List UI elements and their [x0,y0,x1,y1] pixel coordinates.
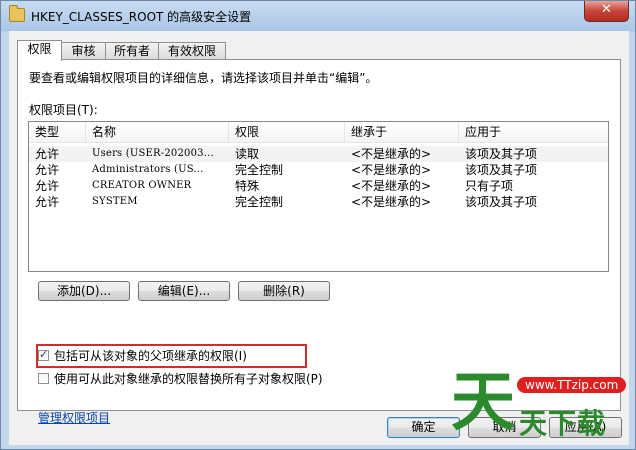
list-row[interactable]: 允许 Users (USER-202003... 读取 <不是继承的> 该项及其… [29,146,608,162]
row-permission: 读取 [235,147,260,161]
edit-button[interactable]: 编辑(E)... [138,281,230,301]
row-name: Administrators (US... [92,164,204,175]
row-name: Users (USER-202003... [92,148,214,159]
cancel-button[interactable]: 取消 [468,417,541,438]
row-type: 允许 [35,179,60,193]
row-permission: 完全控制 [235,195,284,209]
ok-button[interactable]: 确定 [387,417,460,438]
list-header: 类型 名称 权限 继承于 应用于 [29,122,608,143]
column-applies-to[interactable]: 应用于 [459,122,608,142]
description-text: 要查看或编辑权限项目的详细信息，请选择该项目并单击“编辑”。 [29,71,378,85]
tab-effective-permissions[interactable]: 有效权限 [158,42,226,59]
remove-button[interactable]: 删除(R) [238,281,330,301]
apply-button[interactable]: 应用(A) [549,417,622,438]
row-applies-to: 该项及其子项 [465,163,538,177]
row-type: 允许 [35,147,60,161]
tab-owner[interactable]: 所有者 [105,42,159,59]
include-inheritable-label: 包括可从该对象的父项继承的权限(I) [54,349,247,363]
list-row[interactable]: 允许 SYSTEM 完全控制 <不是继承的> 该项及其子项 [29,194,608,210]
permission-entries-list[interactable]: 类型 名称 权限 继承于 应用于 允许 Users (USER-202003..… [28,121,609,272]
column-inherited-from[interactable]: 继承于 [345,122,459,142]
column-name[interactable]: 名称 [86,122,229,142]
dialog-client: 权限 审核 所有者 有效权限 要查看或编辑权限项目的详细信息，请选择该项目并单击… [9,31,629,445]
window-title: HKEY_CLASSES_ROOT 的高级安全设置 [31,10,252,24]
close-button[interactable]: ✕ [584,1,629,22]
folder-icon [9,5,25,22]
include-inheritable-checkbox[interactable] [38,347,49,363]
permissions-panel: 要查看或编辑权限项目的详细信息，请选择该项目并单击“编辑”。 权限项目(T): … [17,59,621,425]
security-settings-window: HKEY_CLASSES_ROOT 的高级安全设置 ✕ 权限 审核 所有者 有效… [0,0,636,450]
permission-entries-label: 权限项目(T): [29,103,98,117]
row-inherited-from: <不是继承的> [351,163,432,177]
add-button[interactable]: 添加(D)... [38,281,130,301]
row-permission: 完全控制 [235,163,284,177]
row-inherited-from: <不是继承的> [351,179,432,193]
row-name: SYSTEM [92,196,138,207]
tab-auditing[interactable]: 审核 [61,42,106,59]
replace-children-label: 使用可从此对象继承的权限替换所有子对象权限(P) [54,372,323,386]
row-inherited-from: <不是继承的> [351,195,432,209]
list-row[interactable]: 允许 CREATOR OWNER 特殊 <不是继承的> 只有子项 [29,178,608,194]
row-permission: 特殊 [235,179,260,193]
replace-children-checkbox[interactable] [38,373,49,384]
manage-permission-entries-link[interactable]: 管理权限项目 [38,409,110,426]
row-name: CREATOR OWNER [92,180,192,191]
title-bar[interactable]: HKEY_CLASSES_ROOT 的高级安全设置 ✕ [1,1,635,31]
list-row[interactable]: 允许 Administrators (US... 完全控制 <不是继承的> 该项… [29,162,608,178]
tab-permissions[interactable]: 权限 [17,40,62,61]
row-applies-to: 该项及其子项 [465,147,538,161]
row-type: 允许 [35,195,60,209]
row-applies-to: 该项及其子项 [465,195,538,209]
row-inherited-from: <不是继承的> [351,147,432,161]
row-applies-to: 只有子项 [465,179,514,193]
row-type: 允许 [35,163,60,177]
column-type[interactable]: 类型 [29,122,86,142]
column-permission[interactable]: 权限 [229,122,345,142]
